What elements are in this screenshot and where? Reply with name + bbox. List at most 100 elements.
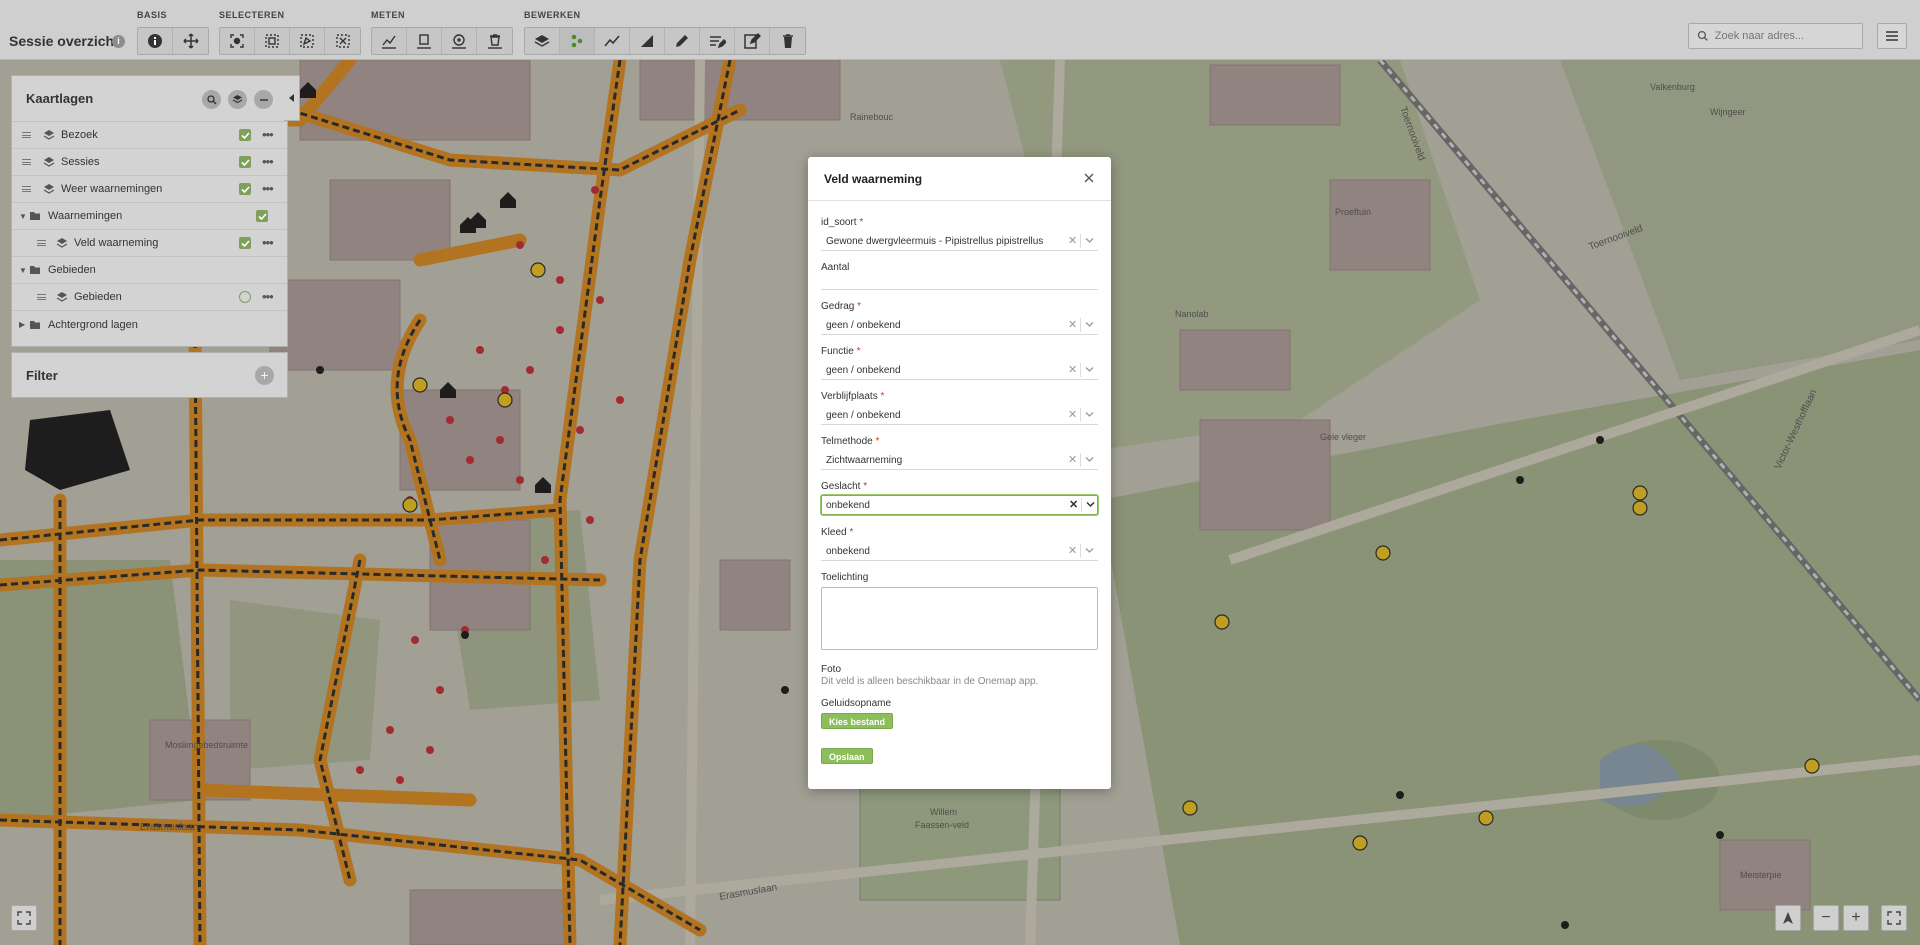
search-icon [206, 94, 216, 104]
id-soort-select[interactable]: Gewone dwergvleermuis - Pipistrellus pip… [821, 231, 1098, 251]
clear-icon[interactable]: ✕ [1068, 544, 1077, 557]
drag-handle-icon[interactable] [22, 132, 31, 138]
hamburger-menu-button[interactable] [1877, 23, 1907, 49]
filter-add-button[interactable]: + [255, 366, 274, 385]
layer-icon [43, 130, 55, 140]
chevron-down-icon[interactable] [1085, 547, 1094, 554]
clear-icon[interactable]: ✕ [1068, 408, 1077, 421]
drag-handle-icon[interactable] [37, 240, 46, 246]
search-input[interactable] [1714, 30, 1862, 42]
delete-icon[interactable] [770, 28, 805, 54]
toolbar-group-label: METEN [371, 10, 405, 20]
chevron-down-icon[interactable] [1085, 366, 1094, 373]
layer-group-achtergrond-lagen[interactable]: ▶ Achtergrond lagen [12, 311, 287, 338]
choose-file-button[interactable]: Kies bestand [821, 713, 894, 729]
layer-more-icon[interactable]: ••• [262, 154, 274, 169]
edit-form-icon[interactable] [735, 28, 770, 54]
layer-group-checkbox[interactable] [256, 210, 268, 222]
clear-icon[interactable]: ✕ [1068, 318, 1077, 331]
select-separator [1080, 363, 1081, 377]
layer-row-bezoek[interactable]: Bezoek ••• [12, 122, 287, 149]
address-search[interactable] [1688, 23, 1863, 49]
layer-more-icon[interactable]: ••• [262, 127, 274, 142]
layers-search-button[interactable] [202, 90, 221, 109]
kleed-select[interactable]: onbekend ✕ [821, 541, 1098, 561]
aantal-input[interactable] [821, 272, 1098, 290]
layer-more-icon[interactable]: ••• [262, 181, 274, 196]
collapse-panel-button[interactable] [284, 75, 300, 121]
layers-add-button[interactable] [228, 90, 247, 109]
drag-handle-icon[interactable] [22, 186, 31, 192]
draw-pencil-icon[interactable] [665, 28, 700, 54]
required-marker: * [849, 527, 854, 538]
clear-icon[interactable]: ✕ [1069, 498, 1078, 511]
layer-more-icon[interactable]: ••• [262, 235, 274, 250]
draw-polygon-icon[interactable] [630, 28, 665, 54]
filter-panel: Filter + [11, 352, 288, 398]
layer-visibility-radio[interactable] [239, 291, 251, 303]
geslacht-select[interactable]: onbekend ✕ [821, 495, 1098, 515]
layer-row-veld-waarneming[interactable]: Veld waarneming ••• [12, 230, 287, 257]
chevron-down-icon[interactable] [1085, 411, 1094, 418]
layer-group-gebieden[interactable]: ▼ Gebieden [12, 257, 287, 284]
measure-area-icon[interactable] [407, 28, 442, 54]
edit-points-icon[interactable] [560, 28, 595, 54]
clear-icon[interactable]: ✕ [1068, 363, 1077, 376]
measure-circle-icon[interactable] [442, 28, 477, 54]
zoom-in-button[interactable]: + [1843, 905, 1869, 931]
layer-row-weer-waarnemingen[interactable]: Weer waarnemingen ••• [12, 176, 287, 203]
select-value: geen / onbekend [826, 410, 901, 421]
close-icon[interactable] [1081, 170, 1097, 186]
clear-icon[interactable]: ✕ [1068, 453, 1077, 466]
field-label-text: Kleed [821, 527, 847, 538]
hamburger-icon [1886, 31, 1898, 41]
telmethode-select[interactable]: Zichtwaarneming ✕ [821, 450, 1098, 470]
layer-visibility-checkbox[interactable] [239, 237, 251, 249]
title-info-icon[interactable]: i [112, 35, 125, 48]
drag-handle-icon[interactable] [37, 294, 46, 300]
layer-visibility-checkbox[interactable] [239, 156, 251, 168]
clear-icon[interactable]: ✕ [1068, 234, 1077, 247]
save-button[interactable]: Opslaan [821, 748, 873, 764]
select-polygon-icon[interactable] [290, 28, 325, 54]
caret-right-icon[interactable]: ▶ [19, 320, 25, 329]
chevron-down-icon[interactable] [1086, 501, 1095, 508]
chevron-down-icon[interactable] [1085, 237, 1094, 244]
zoom-out-button[interactable]: − [1813, 905, 1839, 931]
layer-row-gebieden[interactable]: Gebieden ••• [12, 284, 287, 311]
select-clear-icon[interactable] [325, 28, 360, 54]
caret-down-icon[interactable]: ▼ [19, 212, 27, 221]
verblijfplaats-select[interactable]: geen / onbekend ✕ [821, 405, 1098, 425]
layer-row-sessies[interactable]: Sessies ••• [12, 149, 287, 176]
chevron-down-icon[interactable] [1085, 456, 1094, 463]
check-icon [257, 212, 267, 220]
north-arrow-button[interactable] [1775, 905, 1801, 931]
layers-edit-icon[interactable] [525, 28, 560, 54]
layer-group-waarnemingen[interactable]: ▼ Waarnemingen [12, 203, 287, 230]
layer-visibility-checkbox[interactable] [239, 183, 251, 195]
layers-minimize-button[interactable] [254, 90, 273, 109]
gedrag-select[interactable]: geen / onbekend ✕ [821, 315, 1098, 335]
svg-text:Erasmuslaan: Erasmuslaan [140, 822, 198, 833]
fullscreen-toggle-left[interactable] [11, 905, 37, 931]
info-icon[interactable] [138, 28, 173, 54]
svg-text:Faassen-veld: Faassen-veld [915, 820, 969, 830]
caret-down-icon[interactable]: ▼ [19, 266, 27, 275]
functie-select[interactable]: geen / onbekend ✕ [821, 360, 1098, 380]
select-separator [1080, 544, 1081, 558]
layer-more-icon[interactable]: ••• [262, 289, 274, 304]
toelichting-textarea[interactable] [821, 587, 1098, 650]
select-box-icon[interactable] [255, 28, 290, 54]
layer-visibility-checkbox[interactable] [239, 129, 251, 141]
geslacht-label: Geslacht * [821, 481, 867, 492]
select-point-icon[interactable] [220, 28, 255, 54]
measure-delete-icon[interactable] [477, 28, 512, 54]
fullscreen-button[interactable] [1881, 905, 1907, 931]
select-separator [1080, 318, 1081, 332]
chevron-down-icon[interactable] [1085, 321, 1094, 328]
draw-line-icon[interactable] [595, 28, 630, 54]
edit-attributes-icon[interactable] [700, 28, 735, 54]
drag-handle-icon[interactable] [22, 159, 31, 165]
pan-icon[interactable] [173, 28, 208, 54]
measure-line-icon[interactable] [372, 28, 407, 54]
